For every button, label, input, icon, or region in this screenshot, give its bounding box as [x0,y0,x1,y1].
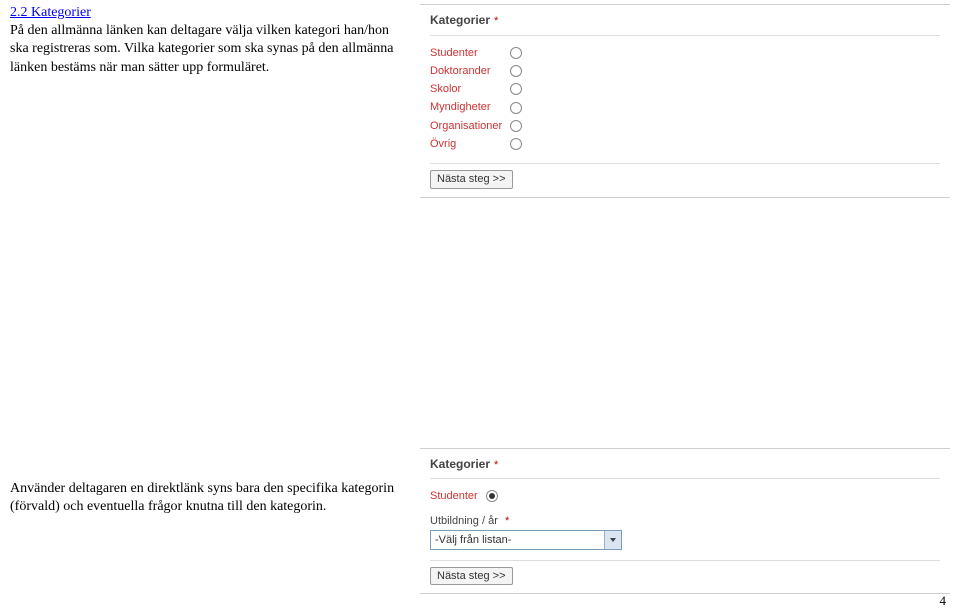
next-step-button[interactable]: Nästa steg >> [430,170,513,188]
category-options-table: Studenter [430,487,506,505]
option-row: Studenter [430,44,530,62]
required-asterisk: * [505,515,509,527]
radio-option[interactable] [510,65,522,77]
option-row: Organisationer [430,117,530,135]
radio-option[interactable] [510,83,522,95]
page-number: 4 [940,593,947,610]
option-row: Skolor [430,80,530,98]
chevron-down-icon [604,531,621,549]
category-options-table: Studenter Doktorander Skolor Myndigheter… [430,44,530,154]
section-heading-link[interactable]: 2.2 Kategorier [10,5,91,20]
radio-option[interactable] [510,120,522,132]
button-row: Nästa steg >> [430,560,940,585]
option-label: Övrig [430,135,510,153]
option-label: Doktorander [430,62,510,80]
select-value: -Välj från listan- [431,531,604,549]
education-year-select[interactable]: -Välj från listan- [430,530,622,550]
panel-category-single: Kategorier* Studenter Utbildning / år * … [420,448,950,594]
button-row: Nästa steg >> [430,163,940,188]
required-asterisk: * [494,459,498,471]
separator [430,35,940,36]
panel1-title: Kategorier [430,13,490,27]
option-label: Studenter [430,487,486,505]
field-label-row: Utbildning / år * [430,514,940,528]
option-row: Studenter [430,487,506,505]
required-asterisk: * [494,15,498,27]
option-label: Studenter [430,44,510,62]
option-label: Organisationer [430,117,510,135]
paragraph-2: Använder deltagaren en direktlänk syns b… [10,480,410,516]
option-row: Myndigheter [430,98,530,116]
radio-option[interactable] [510,102,522,114]
option-row: Doktorander [430,62,530,80]
option-row: Övrig [430,135,530,153]
radio-option-selected[interactable] [486,490,498,502]
panel2-title: Kategorier [430,457,490,471]
panel-categories-all: Kategorier * Studenter Doktorander Skolor… [420,4,950,198]
option-label: Myndigheter [430,98,510,116]
next-step-button[interactable]: Nästa steg >> [430,567,513,585]
field-label: Utbildning / år [430,515,498,527]
radio-option[interactable] [510,138,522,150]
radio-option[interactable] [510,47,522,59]
option-label: Skolor [430,80,510,98]
separator [430,478,940,479]
paragraph-1: På den allmänna länken kan deltagare väl… [10,23,393,74]
